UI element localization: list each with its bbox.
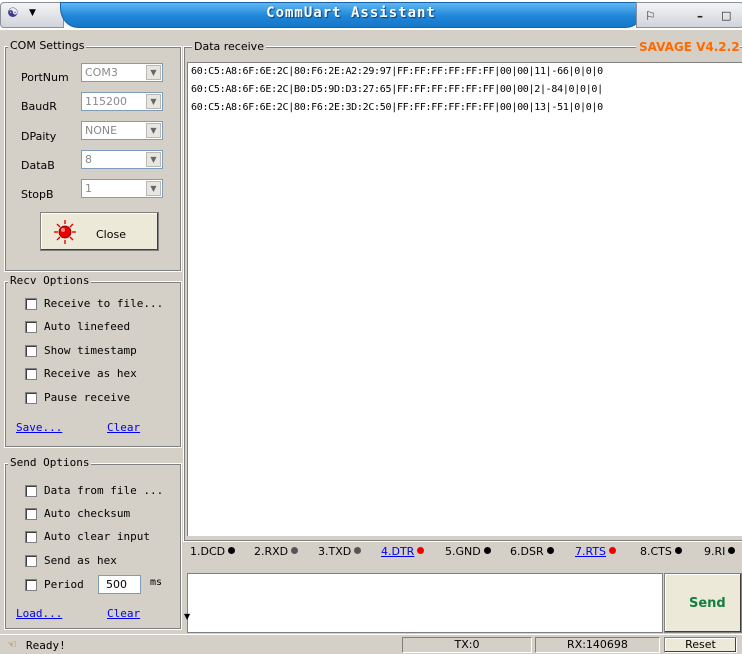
close-button-label: Close [96,228,126,241]
rx-counter: RX:140698 [535,637,660,653]
save-link[interactable]: Save... [16,421,62,434]
recv-options-title: Recv Options [8,274,92,287]
send-as-hex-label: Send as hex [44,554,117,567]
stopbits-label: StopB [21,188,54,201]
pin-led-icon [417,547,425,554]
period-input[interactable]: 500 [98,575,141,594]
window-menu-button[interactable]: ☯ ▼ [0,2,64,28]
pin-led-icon [609,547,617,554]
auto-clear-input-checkbox[interactable] [25,531,37,543]
auto-linefeed-label: Auto linefeed [44,320,131,333]
baudrate-label: BaudR [21,100,57,113]
send-input[interactable] [187,573,663,633]
pin-label: 7.RTS [575,545,607,558]
receive-as-hex-label: Receive as hex [44,367,137,380]
receive-line: 60:C5:A8:6F:6E:2C|80:F6:2E:A2:29:97|FF:F… [191,66,603,77]
send-button[interactable]: Send [664,573,742,633]
send-as-hex-checkbox[interactable] [25,555,37,567]
receive-to-file-checkbox[interactable] [25,298,37,310]
data-from-file-label: Data from file ... [44,484,164,497]
pin-indicator: 3.TXD [318,545,362,558]
pin-indicator: 8.CTS [640,545,682,558]
chevron-down-icon: ▼ [29,8,36,18]
minimize-icon[interactable]: – [697,9,703,23]
pin-label: 8.CTS [640,545,672,558]
stopbits-select[interactable]: 1 ▼ [81,179,163,198]
pin-led-icon [546,547,554,554]
receive-line: 60:C5:A8:6F:6E:2C|80:F6:2E:3D:2C:50|FF:F… [191,102,603,113]
pin-indicator: 6.DSR [510,545,554,558]
caret-down-icon: ▼ [184,612,191,621]
data-from-file-checkbox[interactable] [25,485,37,497]
send-button-label: Send [689,596,726,611]
pin-indicator[interactable]: 7.RTS [575,545,617,558]
pin-indicator[interactable]: 4.DTR [381,545,425,558]
port-status-led-icon [54,220,76,244]
period-checkbox[interactable] [25,579,37,591]
databits-select[interactable]: 8 ▼ [81,150,163,169]
databits-label: DataB [21,159,55,172]
pin-indicator: 2.RXD [254,545,299,558]
window-controls: ⚐ – □ [636,2,742,28]
window-title: CommUart Assistant [266,5,436,21]
pin-label: 2.RXD [254,545,289,558]
pin-led-icon [674,547,682,554]
receive-as-hex-checkbox[interactable] [25,368,37,380]
dropdown-arrow-icon[interactable]: ▼ [146,123,161,138]
pin-indicator: 9.RI [704,545,736,558]
dropdown-arrow-icon[interactable]: ▼ [146,94,161,109]
parity-select[interactable]: NONE ▼ [81,121,163,140]
pin-label: 5.GND [445,545,481,558]
auto-checksum-checkbox[interactable] [25,508,37,520]
pin-led-icon [354,547,362,554]
portnum-label: PortNum [21,71,69,84]
close-port-button[interactable]: Close [40,212,159,251]
version-label: SAVAGE V4.2.2 [636,40,740,54]
pin-icon[interactable]: ⚐ [645,9,656,23]
reset-button[interactable]: Reset [664,637,737,653]
pin-led-icon [728,547,736,554]
data-receive-title: Data receive [192,40,266,53]
pause-receive-checkbox[interactable] [25,392,37,404]
dropdown-arrow-icon[interactable]: ▼ [146,65,161,80]
show-timestamp-checkbox[interactable] [25,345,37,357]
tx-counter: TX:0 [402,637,532,653]
status-ready: Ready! [26,639,66,652]
pin-led-icon [228,547,236,554]
maximize-icon[interactable]: □ [721,9,731,22]
auto-clear-input-label: Auto clear input [44,530,150,543]
pin-indicator: 1.DCD [190,545,236,558]
pin-label: 4.DTR [381,545,415,558]
title-bar: ☯ ▼ CommUart Assistant ⚐ – □ [0,0,742,30]
com-settings-title: COM Settings [8,39,87,52]
pin-label: 3.TXD [318,545,352,558]
send-options-title: Send Options [8,456,92,469]
dropdown-arrow-icon[interactable]: ▼ [146,152,161,167]
auto-checksum-label: Auto checksum [44,507,131,520]
period-label: Period [44,578,84,591]
pin-label: 1.DCD [190,545,226,558]
dropdown-arrow-icon[interactable]: ▼ [146,181,161,196]
pin-label: 9.RI [704,545,726,558]
pin-indicator: 5.GND [445,545,491,558]
pin-label: 6.DSR [510,545,544,558]
period-unit: ms [150,577,163,588]
receive-textarea[interactable]: 60:C5:A8:6F:6E:2C|80:F6:2E:A2:29:97|FF:F… [187,62,742,536]
pin-led-icon [291,547,299,554]
pin-led-icon [483,547,491,554]
pause-receive-label: Pause receive [44,391,131,404]
receive-line: 60:C5:A8:6F:6E:2C|B0:D5:9D:D3:27:65|FF:F… [191,84,603,95]
parity-label: DPaity [21,130,57,143]
load-link[interactable]: Load... [16,607,62,620]
portnum-select[interactable]: COM3 ▼ [81,63,163,82]
receive-to-file-label: Receive to file... [44,297,164,310]
ready-hand-icon: ☜ [7,638,17,651]
send-clear-link[interactable]: Clear [107,607,140,620]
show-timestamp-label: Show timestamp [44,344,137,357]
baudrate-select[interactable]: 115200 ▼ [81,92,163,111]
recv-clear-link[interactable]: Clear [107,421,140,434]
period-value: 500 [106,578,127,591]
auto-linefeed-checkbox[interactable] [25,321,37,333]
app-icon: ☯ [7,6,19,21]
